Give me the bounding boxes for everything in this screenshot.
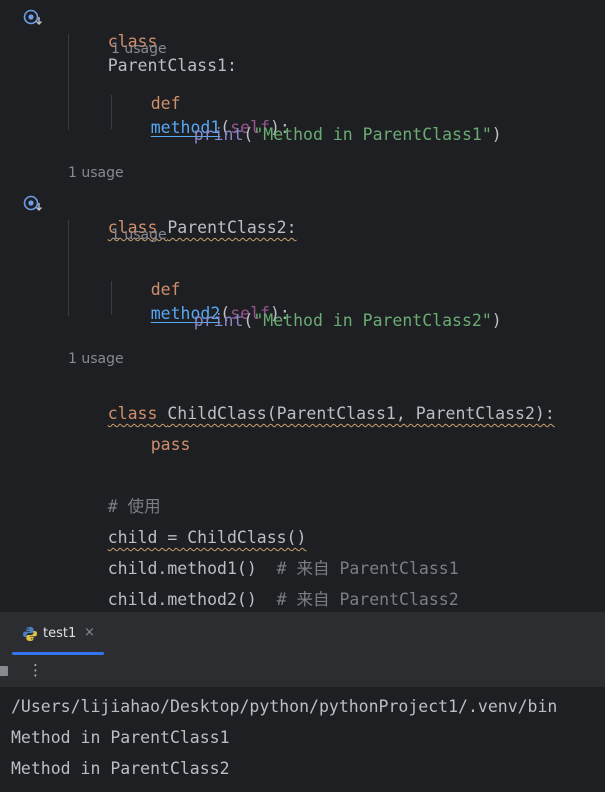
run-tabbar: test1 ×	[0, 613, 605, 656]
string-literal: "Method in ParentClass1"	[253, 125, 492, 144]
run-panel: test1 × ⋮ /Users/lijiahao/Desktop/python…	[0, 612, 605, 792]
code-line[interactable]: child.method2() # 来自 ParentClass2	[68, 564, 459, 609]
paren: (	[243, 311, 254, 330]
code-line[interactable]: child = ChildClass()	[68, 502, 307, 547]
close-icon[interactable]: ×	[84, 625, 95, 640]
override-marker-icon[interactable]	[22, 8, 46, 28]
usage-hint[interactable]: 1 usage	[111, 225, 167, 245]
run-toolbar: ⋮	[0, 655, 605, 688]
code-line[interactable]: def method2(self):	[111, 254, 290, 323]
class-signature: ChildClass(ParentClass1, ParentClass2):	[167, 404, 555, 423]
code-line[interactable]: print("Method in ParentClass1")	[154, 99, 502, 144]
console-output-line: Method in ParentClass2	[11, 759, 230, 778]
tab-label: test1	[43, 626, 77, 641]
paren: )	[491, 311, 502, 330]
builtin-function: print	[193, 311, 244, 330]
comment: # 来自 ParentClass2	[276, 590, 459, 609]
method-call: child.method2()	[107, 590, 257, 609]
keyword: pass	[150, 435, 191, 454]
code-editor[interactable]: class ParentClass1: 1 usage def method1(…	[0, 0, 605, 612]
usage-hint[interactable]: 1 usage	[68, 349, 124, 369]
paren: (	[243, 125, 254, 144]
code-line[interactable]: # 使用	[68, 471, 161, 516]
console-output-line: /Users/lijiahao/Desktop/python/pythonPro…	[11, 697, 558, 716]
override-marker-icon[interactable]	[22, 194, 46, 214]
console-output-line: Method in ParentClass1	[11, 728, 230, 747]
paren: )	[491, 125, 502, 144]
code-line[interactable]: class ParentClass2:	[68, 192, 297, 237]
code-line[interactable]: print("Method in ParentClass2")	[154, 285, 502, 330]
tab-test1[interactable]: test1 ×	[12, 613, 104, 655]
class-name: ParentClass2:	[167, 218, 297, 237]
code-line[interactable]: def method1(self):	[111, 68, 290, 137]
usage-hint[interactable]: 1 usage	[68, 163, 124, 183]
code-line[interactable]: child.method1() # 来自 ParentClass1	[68, 533, 459, 578]
more-options-icon[interactable]: ⋮	[28, 661, 43, 679]
usage-hint[interactable]: 1 usage	[111, 39, 167, 59]
stop-icon[interactable]	[0, 666, 8, 676]
code-line[interactable]: class ChildClass(ParentClass1, ParentCla…	[68, 378, 555, 423]
python-icon	[22, 626, 38, 646]
code-line[interactable]: pass	[111, 409, 191, 454]
string-literal: "Method in ParentClass2"	[253, 311, 492, 330]
code-line[interactable]: class ParentClass1:	[68, 6, 237, 75]
builtin-function: print	[193, 125, 244, 144]
